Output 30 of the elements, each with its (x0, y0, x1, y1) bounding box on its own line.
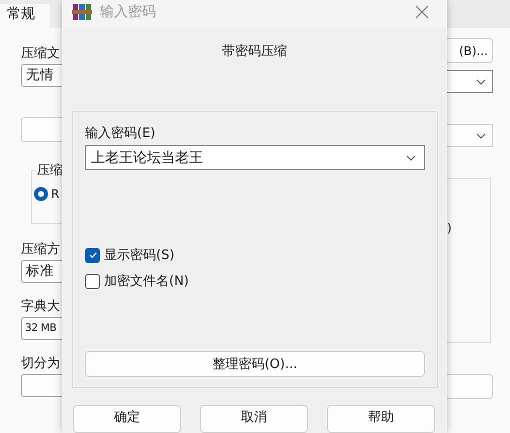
archive-name-label: 压缩文 (21, 45, 60, 62)
close-icon[interactable] (415, 5, 429, 20)
volume-size-field[interactable] (447, 374, 493, 399)
password-field[interactable]: 上老王论坛当老王 (85, 145, 425, 170)
chevron-down-icon (476, 132, 486, 138)
dialog-button[interactable]: 确定 (73, 405, 181, 433)
archive-books-icon (72, 2, 92, 22)
browse-button[interactable]: (B)... (447, 38, 493, 63)
split-label: 切分为 (21, 355, 60, 372)
dictionary-label: 字典大 (21, 298, 60, 315)
general-tab[interactable]: 常规 (0, 4, 50, 28)
dialog-heading: 带密码压缩 (221, 43, 288, 62)
option-checkbox[interactable]: 显示密码(S) (85, 246, 174, 264)
dictionary-field[interactable]: 32 MB (21, 317, 62, 340)
rar-radio[interactable]: R (34, 187, 62, 201)
password-label: 输入密码(E) (85, 125, 156, 142)
option-text: ) (447, 221, 452, 235)
update-mode-dropdown[interactable] (447, 70, 493, 93)
method-label: 压缩方 (21, 241, 60, 258)
organize-passwords-button[interactable]: 整理密码(O)... (85, 351, 425, 378)
chevron-down-icon (406, 154, 416, 161)
dialog-title: 输入密码 (100, 3, 157, 22)
archive-name-field[interactable]: 无情 (21, 64, 62, 87)
chevron-down-icon (476, 78, 486, 84)
dialog-button[interactable]: 帮助 (327, 405, 435, 433)
method-field[interactable]: 标准 (21, 260, 62, 283)
option-checkbox[interactable]: 加密文件名(N) (85, 272, 189, 290)
profile-dropdown[interactable] (447, 124, 493, 147)
dialog-button[interactable]: 取消 (200, 405, 308, 433)
radio-icon (34, 187, 48, 201)
